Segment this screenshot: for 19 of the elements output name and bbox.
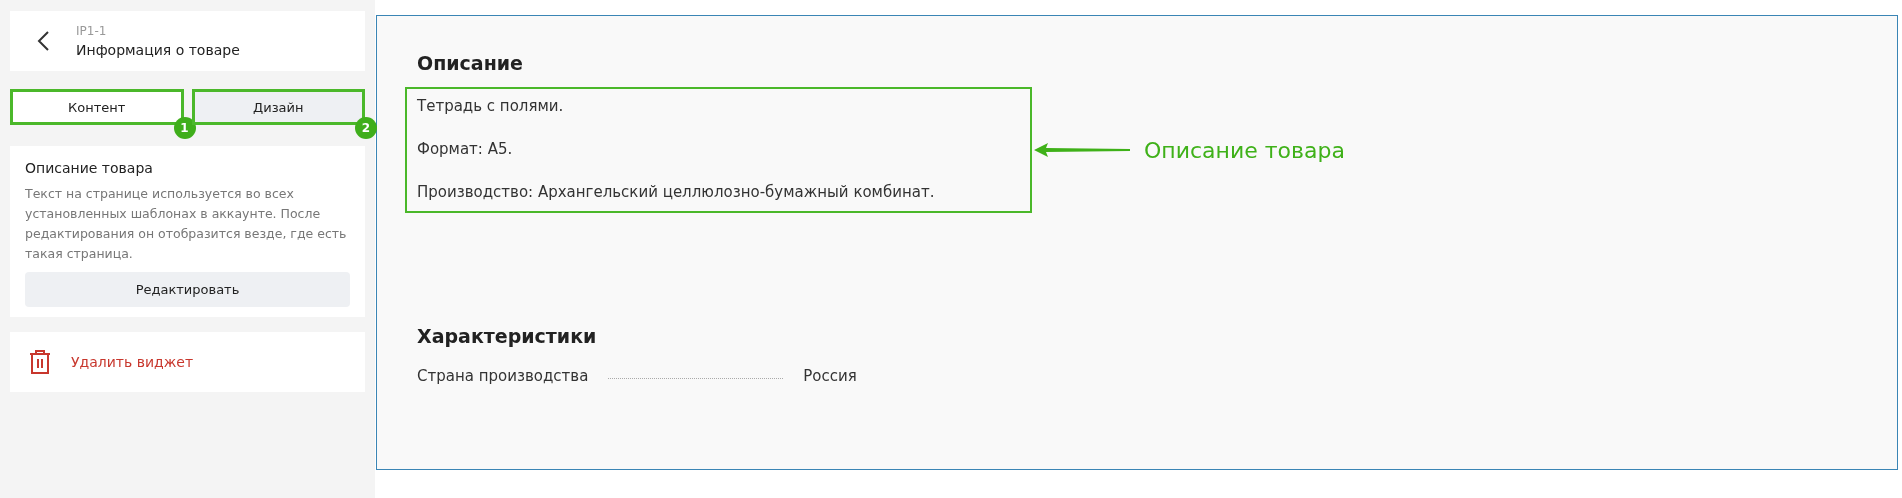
characteristic-name: Страна производства bbox=[417, 367, 589, 385]
card-title: Описание товара bbox=[25, 160, 154, 176]
widget-title: Информация о товаре bbox=[76, 42, 240, 58]
edit-button[interactable]: Редактировать bbox=[25, 272, 350, 307]
description-line: Формат: А5. bbox=[417, 139, 514, 160]
number-badge: 1 bbox=[173, 117, 196, 139]
number-badge: 2 bbox=[355, 117, 377, 139]
description-line: Тетрадь с полями. bbox=[417, 96, 565, 117]
section-title: Описание bbox=[417, 52, 524, 74]
delete-widget-button[interactable]: Удалить виджет bbox=[71, 354, 194, 370]
section-title: Характеристики bbox=[417, 325, 598, 347]
card-description: Текст на странице используется во всех установленных шаблонах в аккаунте. После редактирования он отобразится везде, где есть такая страница. bbox=[25, 185, 348, 263]
description-line: Производство: Архангельский целлюлозно-бумажный комбинат. bbox=[417, 182, 936, 203]
characteristic-value: Россия bbox=[803, 367, 857, 385]
widget-code: IP1-1 bbox=[76, 24, 108, 38]
trash-icon bbox=[29, 349, 51, 375]
annotation-label: Описание товара bbox=[1144, 137, 1345, 163]
back-icon[interactable] bbox=[36, 30, 50, 52]
arrow-icon bbox=[1032, 142, 1132, 158]
